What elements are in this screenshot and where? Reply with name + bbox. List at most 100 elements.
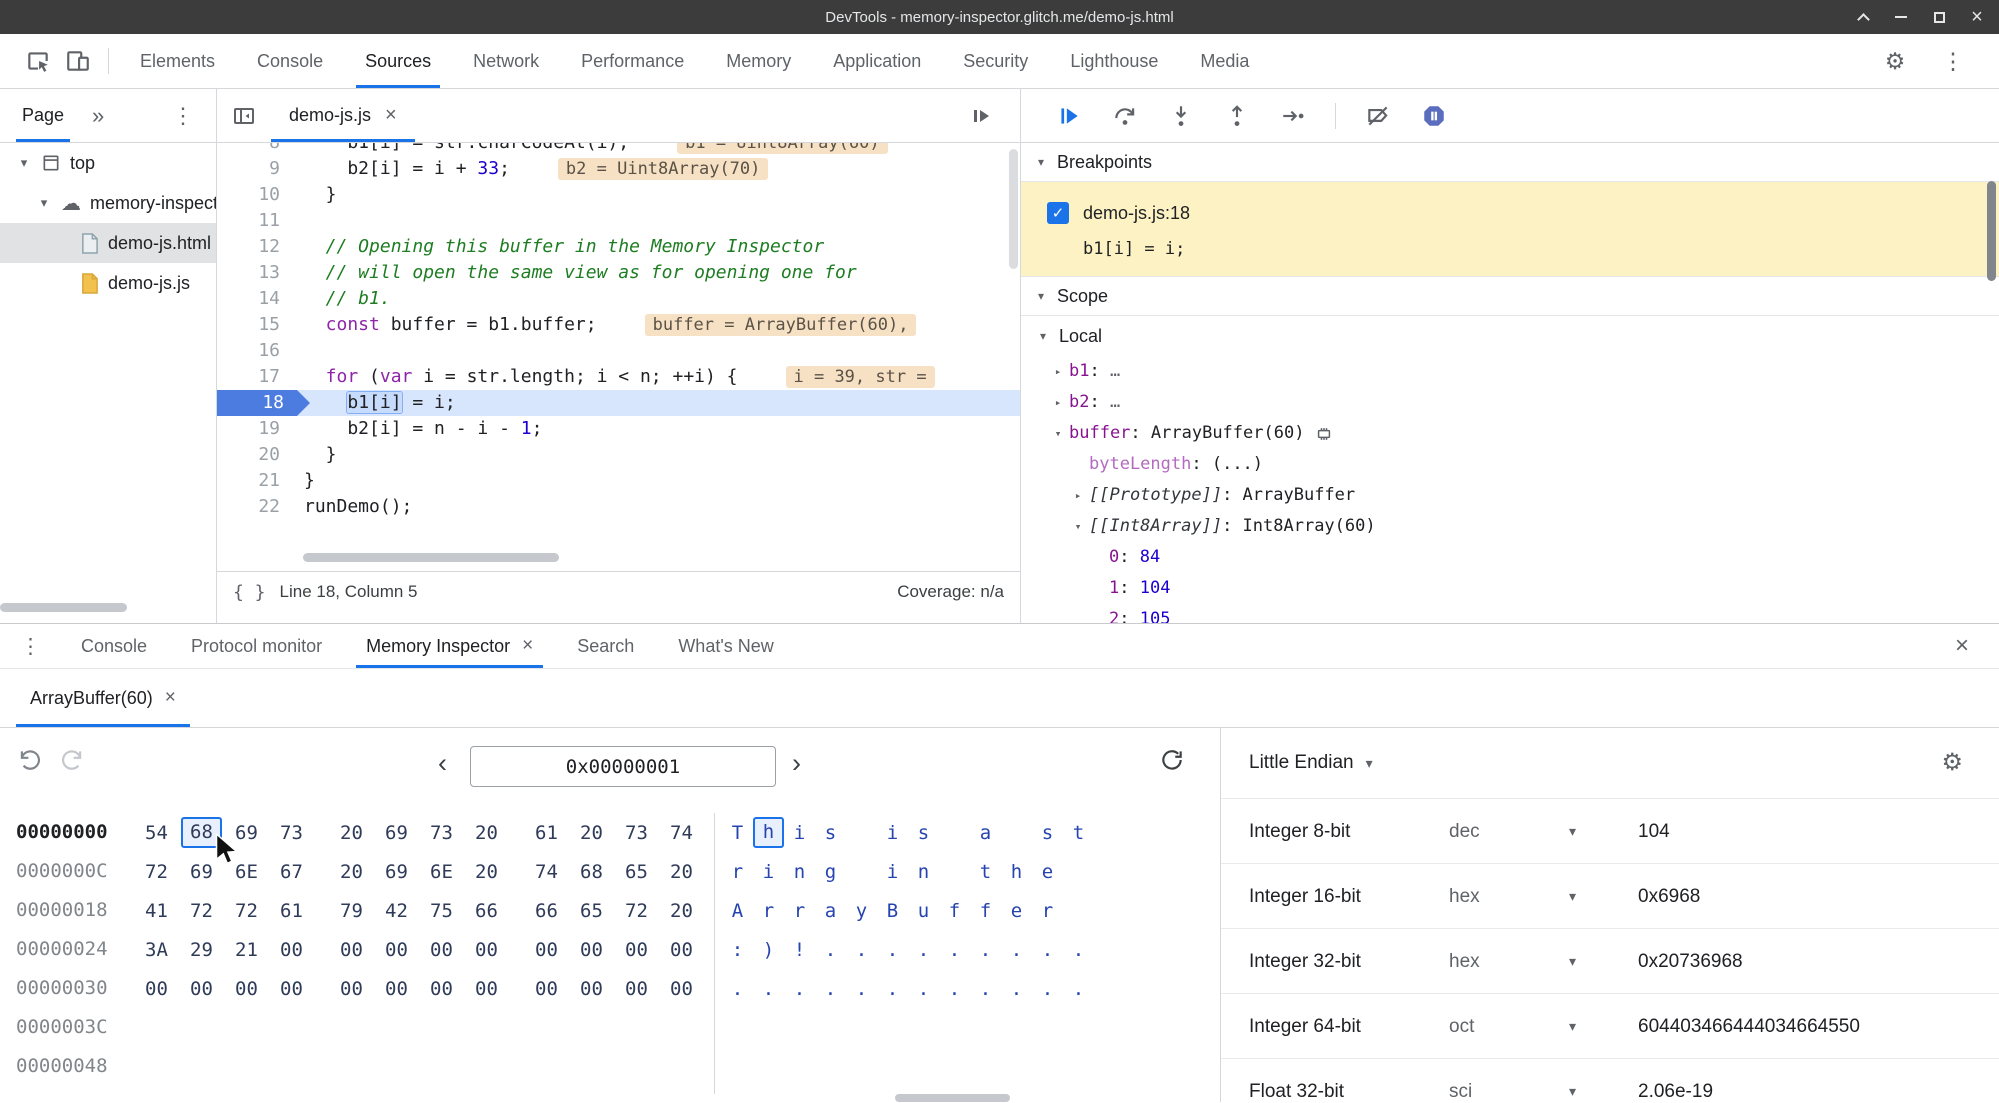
byte-cell[interactable]: 20	[329, 861, 374, 883]
ascii-cell[interactable]: g	[815, 861, 846, 883]
toolbar-tab-performance[interactable]: Performance	[560, 34, 705, 88]
toolbar-tab-application[interactable]: Application	[812, 34, 942, 88]
ascii-cell[interactable]: t	[970, 861, 1001, 883]
byte-cell[interactable]: 00	[269, 978, 314, 1000]
deactivate-breakpoints-icon[interactable]	[1364, 102, 1392, 130]
byte-cell[interactable]: 72	[134, 861, 179, 883]
close-icon[interactable]: ×	[522, 635, 533, 657]
ascii-cell[interactable]: A	[722, 900, 753, 922]
drawer-tab-memory-inspector[interactable]: Memory Inspector ×	[344, 624, 555, 668]
chevron-down-icon[interactable]: ▾	[1569, 864, 1576, 929]
close-icon[interactable]: ×	[385, 104, 397, 127]
drawer-tab-what-s-new[interactable]: What's New	[656, 624, 795, 668]
tree-item-memory-inspector-glitch-me[interactable]: ▾ ☁ memory-inspector.glitch.me	[0, 183, 216, 223]
editor-file-tab[interactable]: demo-js.js ×	[271, 89, 415, 142]
tree-expanded-icon[interactable]: ▾	[16, 155, 32, 171]
next-page-icon[interactable]: ›	[792, 748, 801, 779]
byte-cell[interactable]: 00	[464, 978, 509, 1000]
byte-cell[interactable]: 20	[569, 822, 614, 844]
tree-collapsed-icon[interactable]: ▸	[1067, 480, 1089, 511]
buffer-tab[interactable]: ArrayBuffer(60) ×	[16, 669, 190, 727]
chevron-down-icon[interactable]: ▾	[1569, 929, 1576, 994]
ascii-cell[interactable]: .	[970, 978, 1001, 1000]
ascii-cell[interactable]: s	[908, 822, 939, 844]
byte-cell[interactable]: 79	[329, 900, 374, 922]
scope-item-bytelength[interactable]: byteLength: (...)	[1021, 449, 1999, 480]
tree-item-demo-js-js[interactable]: demo-js.js	[0, 263, 216, 303]
ascii-cell[interactable]: .	[784, 978, 815, 1000]
ascii-cell[interactable]: t	[1063, 822, 1094, 844]
inspect-element-icon[interactable]	[18, 34, 58, 88]
scope-item-int8array[interactable]: ▾ [[Int8Array]]: Int8Array(60)	[1021, 511, 1999, 542]
maximize-icon[interactable]	[1931, 9, 1947, 25]
format-select[interactable]: hex	[1449, 864, 1480, 929]
dock-chevron-up-icon[interactable]	[1855, 9, 1871, 26]
editor-hscrollbar[interactable]	[303, 553, 559, 562]
ascii-cell[interactable]: .	[815, 978, 846, 1000]
byte-cell[interactable]: 74	[524, 861, 569, 883]
tree-expanded-icon[interactable]: ▾	[1067, 511, 1089, 542]
breakpoint-entry[interactable]: ✓ demo-js.js:18 b1[i] = i;	[1021, 182, 1999, 277]
byte-cell[interactable]: 00	[329, 939, 374, 961]
breakpoint-checkbox[interactable]: ✓	[1047, 202, 1069, 224]
ascii-cell[interactable]: s	[815, 822, 846, 844]
ascii-cell[interactable]: .	[908, 939, 939, 961]
ascii-cell[interactable]: B	[877, 900, 908, 922]
byte-cell[interactable]: 00	[134, 978, 179, 1000]
byte-cell[interactable]: 00	[524, 978, 569, 1000]
format-select[interactable]: oct	[1449, 994, 1474, 1059]
interpreter-settings-gear-icon[interactable]: ⚙	[1941, 748, 1963, 777]
toolbar-tab-security[interactable]: Security	[942, 34, 1049, 88]
scope-section-header[interactable]: ▾ Scope	[1021, 277, 1999, 316]
ascii-cell[interactable]: e	[1032, 861, 1063, 883]
ascii-cell[interactable]: .	[1032, 939, 1063, 961]
ascii-cell[interactable]: .	[815, 939, 846, 961]
scope-item-b2[interactable]: ▸ b2: …	[1021, 387, 1999, 418]
ascii-cell[interactable]: .	[846, 978, 877, 1000]
byte-cell[interactable]: 3A	[134, 939, 179, 961]
scope-item-b1[interactable]: ▸ b1: …	[1021, 356, 1999, 387]
byte-cell[interactable]: 00	[419, 978, 464, 1000]
byte-cell[interactable]: 73	[614, 822, 659, 844]
ascii-cell[interactable]: i	[877, 822, 908, 844]
tree-collapsed-icon[interactable]: ▸	[1047, 387, 1069, 418]
byte-cell[interactable]: 00	[569, 978, 614, 1000]
line-number[interactable]: 11	[217, 208, 296, 234]
ascii-cell[interactable]: )	[753, 939, 784, 961]
ascii-cell[interactable]: .	[877, 978, 908, 1000]
ascii-cell[interactable]: u	[908, 900, 939, 922]
toolbar-tab-memory[interactable]: Memory	[705, 34, 812, 88]
toolbar-tab-media[interactable]: Media	[1179, 34, 1270, 88]
address-input[interactable]	[470, 746, 776, 787]
close-icon[interactable]: ×	[165, 687, 176, 709]
step-icon[interactable]	[1279, 102, 1307, 130]
byte-cell[interactable]: 75	[419, 900, 464, 922]
line-number[interactable]: 8	[217, 143, 296, 156]
step-into-icon[interactable]	[1167, 102, 1195, 130]
byte-cell[interactable]: 00	[524, 939, 569, 961]
ascii-cell[interactable]: i	[877, 861, 908, 883]
byte-cell[interactable]: 29	[179, 939, 224, 961]
ascii-cell[interactable]: :	[722, 939, 753, 961]
byte-cell[interactable]: 41	[134, 900, 179, 922]
selected-ascii-cell[interactable]: h	[753, 817, 784, 848]
ascii-cell[interactable]: .	[939, 978, 970, 1000]
byte-cell[interactable]: 00	[569, 939, 614, 961]
ascii-cell[interactable]: !	[784, 939, 815, 961]
byte-cell[interactable]: 21	[224, 939, 269, 961]
format-select[interactable]: sci	[1449, 1059, 1472, 1103]
navigator-toggle-icon[interactable]	[217, 104, 271, 128]
scope-local-section[interactable]: ▾ Local	[1021, 316, 1999, 356]
byte-cell[interactable]: 72	[224, 900, 269, 922]
settings-gear-icon[interactable]: ⚙	[1875, 48, 1915, 75]
toolbar-tab-network[interactable]: Network	[452, 34, 560, 88]
byte-cell[interactable]: 20	[464, 861, 509, 883]
byte-cell[interactable]: 65	[614, 861, 659, 883]
ascii-cell[interactable]: i	[784, 822, 815, 844]
byte-cell[interactable]: 00	[419, 939, 464, 961]
format-select[interactable]: dec	[1449, 799, 1480, 864]
drawer-tab-console[interactable]: Console	[59, 624, 169, 668]
toolbar-tab-lighthouse[interactable]: Lighthouse	[1049, 34, 1179, 88]
ascii-cell[interactable]: a	[815, 900, 846, 922]
byte-cell[interactable]: 00	[464, 939, 509, 961]
